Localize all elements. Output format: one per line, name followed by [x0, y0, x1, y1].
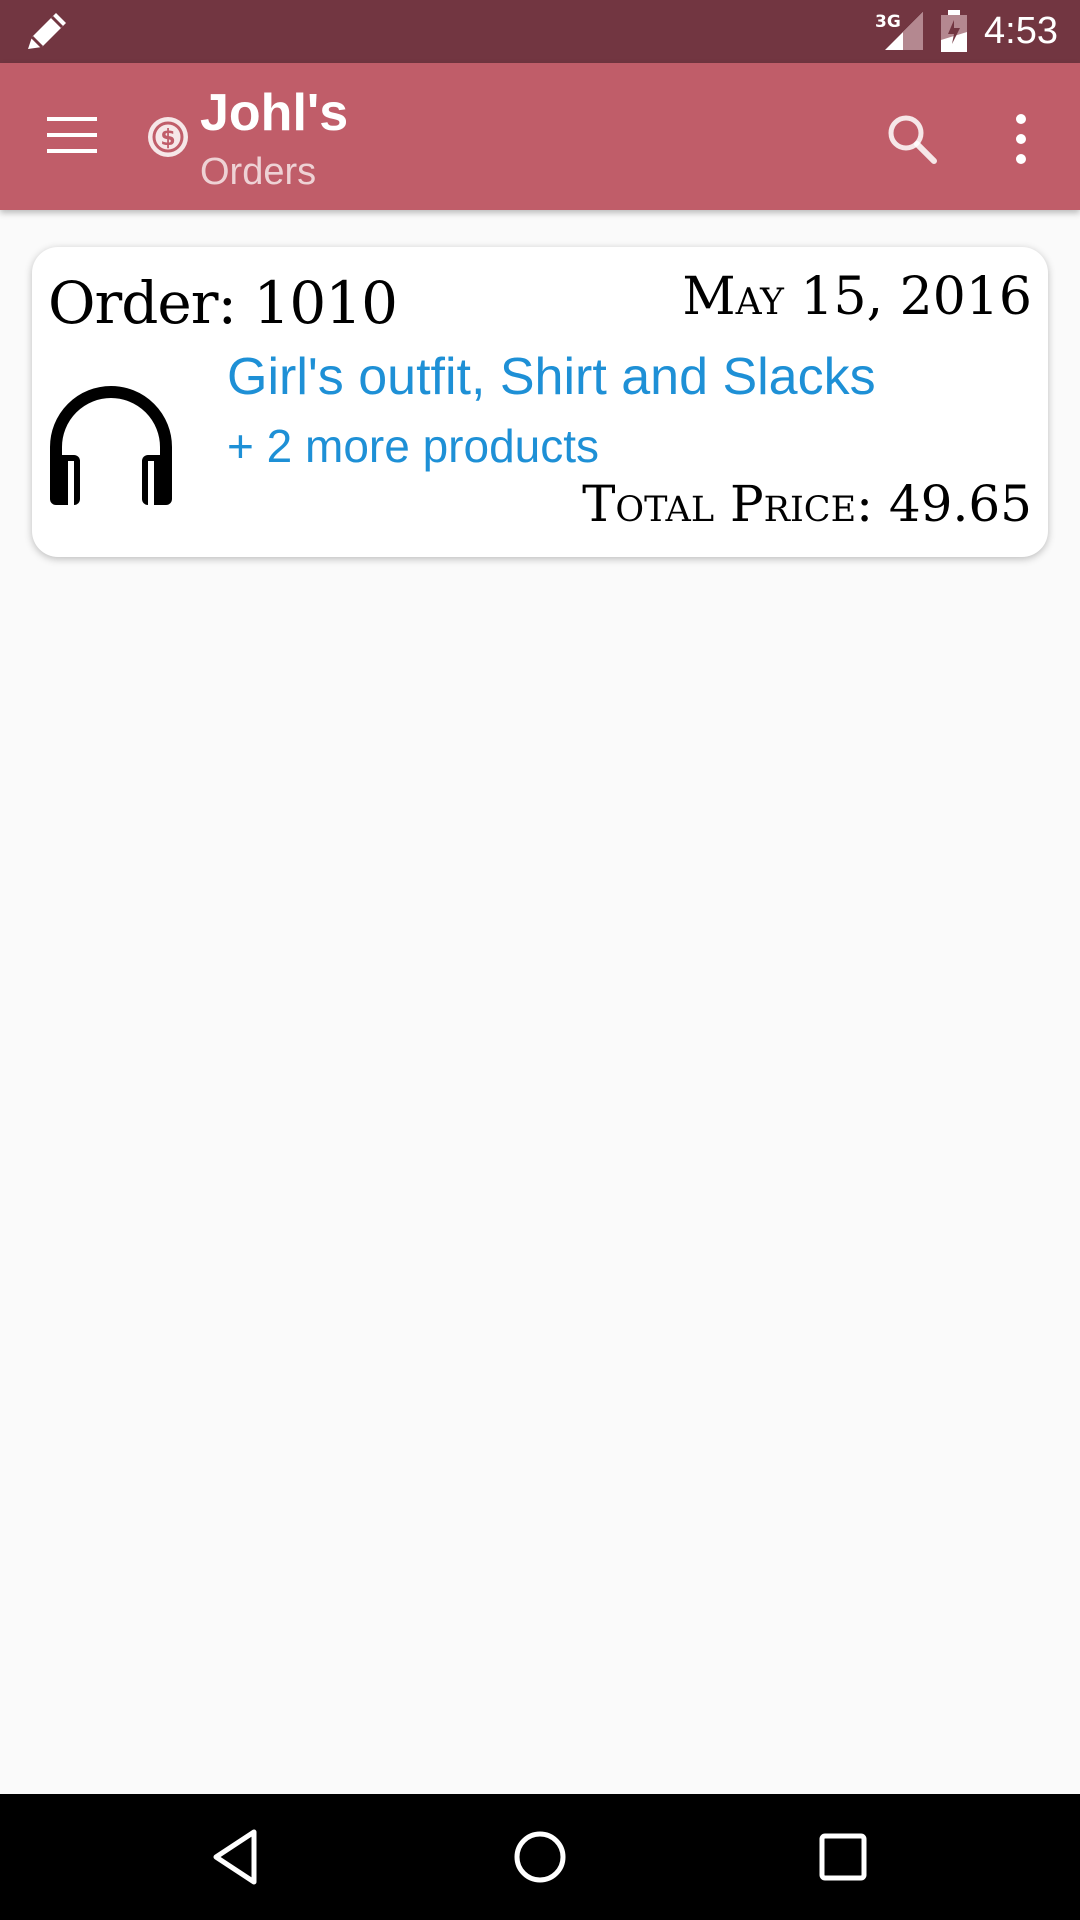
total-price: Total Price: 49.65 — [582, 475, 1032, 533]
app-title: Johl's — [200, 84, 349, 142]
app-bar: $ Johl's Orders — [0, 63, 1080, 210]
back-icon[interactable] — [206, 1826, 268, 1888]
status-bar: 3G 4:53 — [0, 0, 1080, 63]
status-clock: 4:53 — [984, 10, 1058, 52]
menu-icon[interactable] — [45, 113, 101, 157]
overflow-menu-icon[interactable] — [1006, 111, 1036, 167]
order-number: Order: 1010 — [48, 269, 398, 337]
app-subtitle: Orders — [200, 151, 317, 193]
navigation-bar — [0, 1794, 1080, 1920]
order-card[interactable]: Order: 1010 May 15, 2016 Girl's outfit, … — [32, 247, 1048, 557]
more-products-label: + 2 more products — [227, 420, 600, 472]
edit-icon — [28, 13, 66, 49]
recents-icon[interactable] — [812, 1826, 874, 1888]
dollar-coin-icon: $ — [148, 117, 188, 157]
search-icon[interactable] — [884, 111, 940, 167]
product-name: Girl's outfit, Shirt and Slacks — [227, 348, 876, 406]
home-icon[interactable] — [509, 1826, 571, 1888]
headphones-icon — [50, 386, 172, 505]
battery-icon — [941, 10, 967, 52]
signal-icon — [885, 12, 923, 50]
order-date: May 15, 2016 — [682, 267, 1032, 327]
svg-text:$: $ — [160, 126, 175, 151]
